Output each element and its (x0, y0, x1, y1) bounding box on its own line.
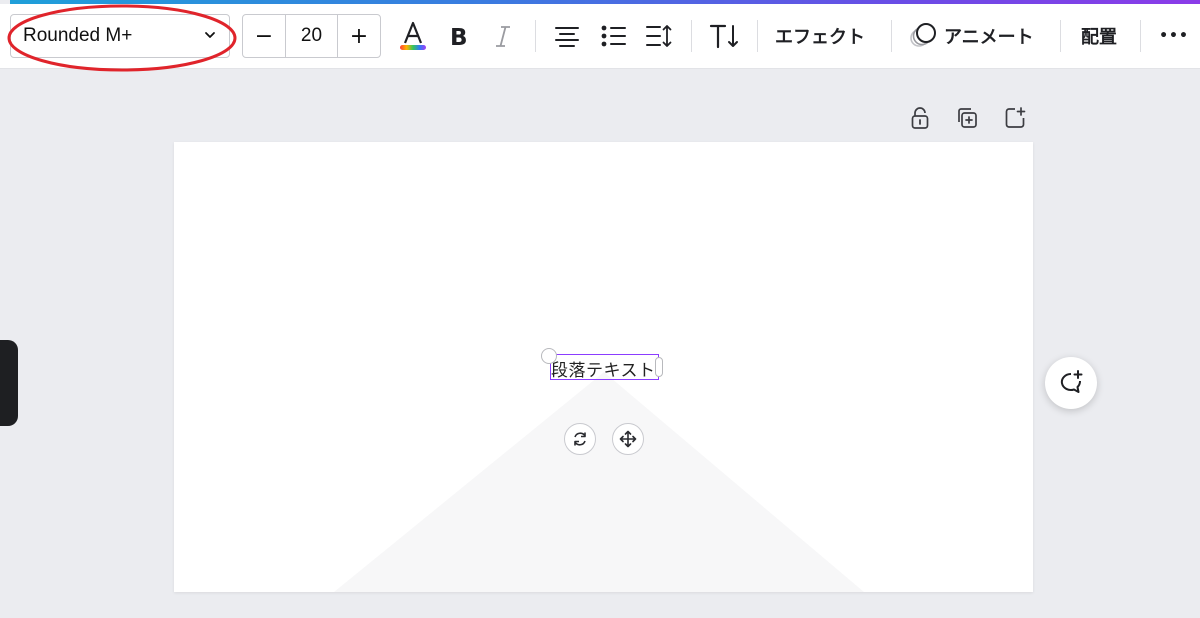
text-direction-icon[interactable] (708, 22, 740, 50)
font-family-value: Rounded M+ (23, 25, 133, 46)
animate-icon (908, 22, 938, 50)
list-icon[interactable] (600, 24, 628, 48)
duplicate-icon[interactable] (955, 106, 979, 130)
rotate-icon[interactable] (564, 423, 596, 455)
increase-font-size-button[interactable]: + (338, 15, 380, 57)
spacing-icon[interactable] (645, 23, 673, 49)
rotate-handle[interactable] (541, 348, 557, 364)
text-toolbar: Rounded M+ − 20 + B エフェクト アニメート 配置 ••• (0, 4, 1200, 69)
chevron-down-icon (203, 27, 217, 46)
font-family-dropdown[interactable]: Rounded M+ (10, 14, 230, 58)
add-comment-icon[interactable] (1045, 357, 1097, 409)
resize-handle[interactable] (655, 357, 663, 377)
svg-text:B: B (450, 25, 468, 50)
animate-button[interactable]: アニメート (908, 22, 1034, 50)
bold-icon[interactable]: B (446, 22, 470, 50)
paragraph-text[interactable]: 段落テキスト (551, 356, 656, 381)
side-panel-toggle[interactable] (0, 340, 18, 426)
add-page-icon[interactable] (1003, 106, 1027, 130)
more-icon[interactable]: ••• (1159, 22, 1189, 50)
font-size-stepper: − 20 + (242, 14, 381, 58)
italic-icon[interactable] (491, 22, 515, 50)
text-color-icon[interactable] (396, 18, 430, 54)
font-size-value[interactable]: 20 (285, 15, 338, 57)
decrease-font-size-button[interactable]: − (243, 15, 285, 57)
position-button[interactable]: 配置 (1081, 22, 1117, 50)
move-icon[interactable] (612, 423, 644, 455)
align-center-icon[interactable] (554, 24, 580, 48)
animate-label: アニメート (944, 27, 1034, 48)
effects-button[interactable]: エフェクト (775, 22, 865, 50)
lock-icon[interactable] (908, 106, 932, 130)
